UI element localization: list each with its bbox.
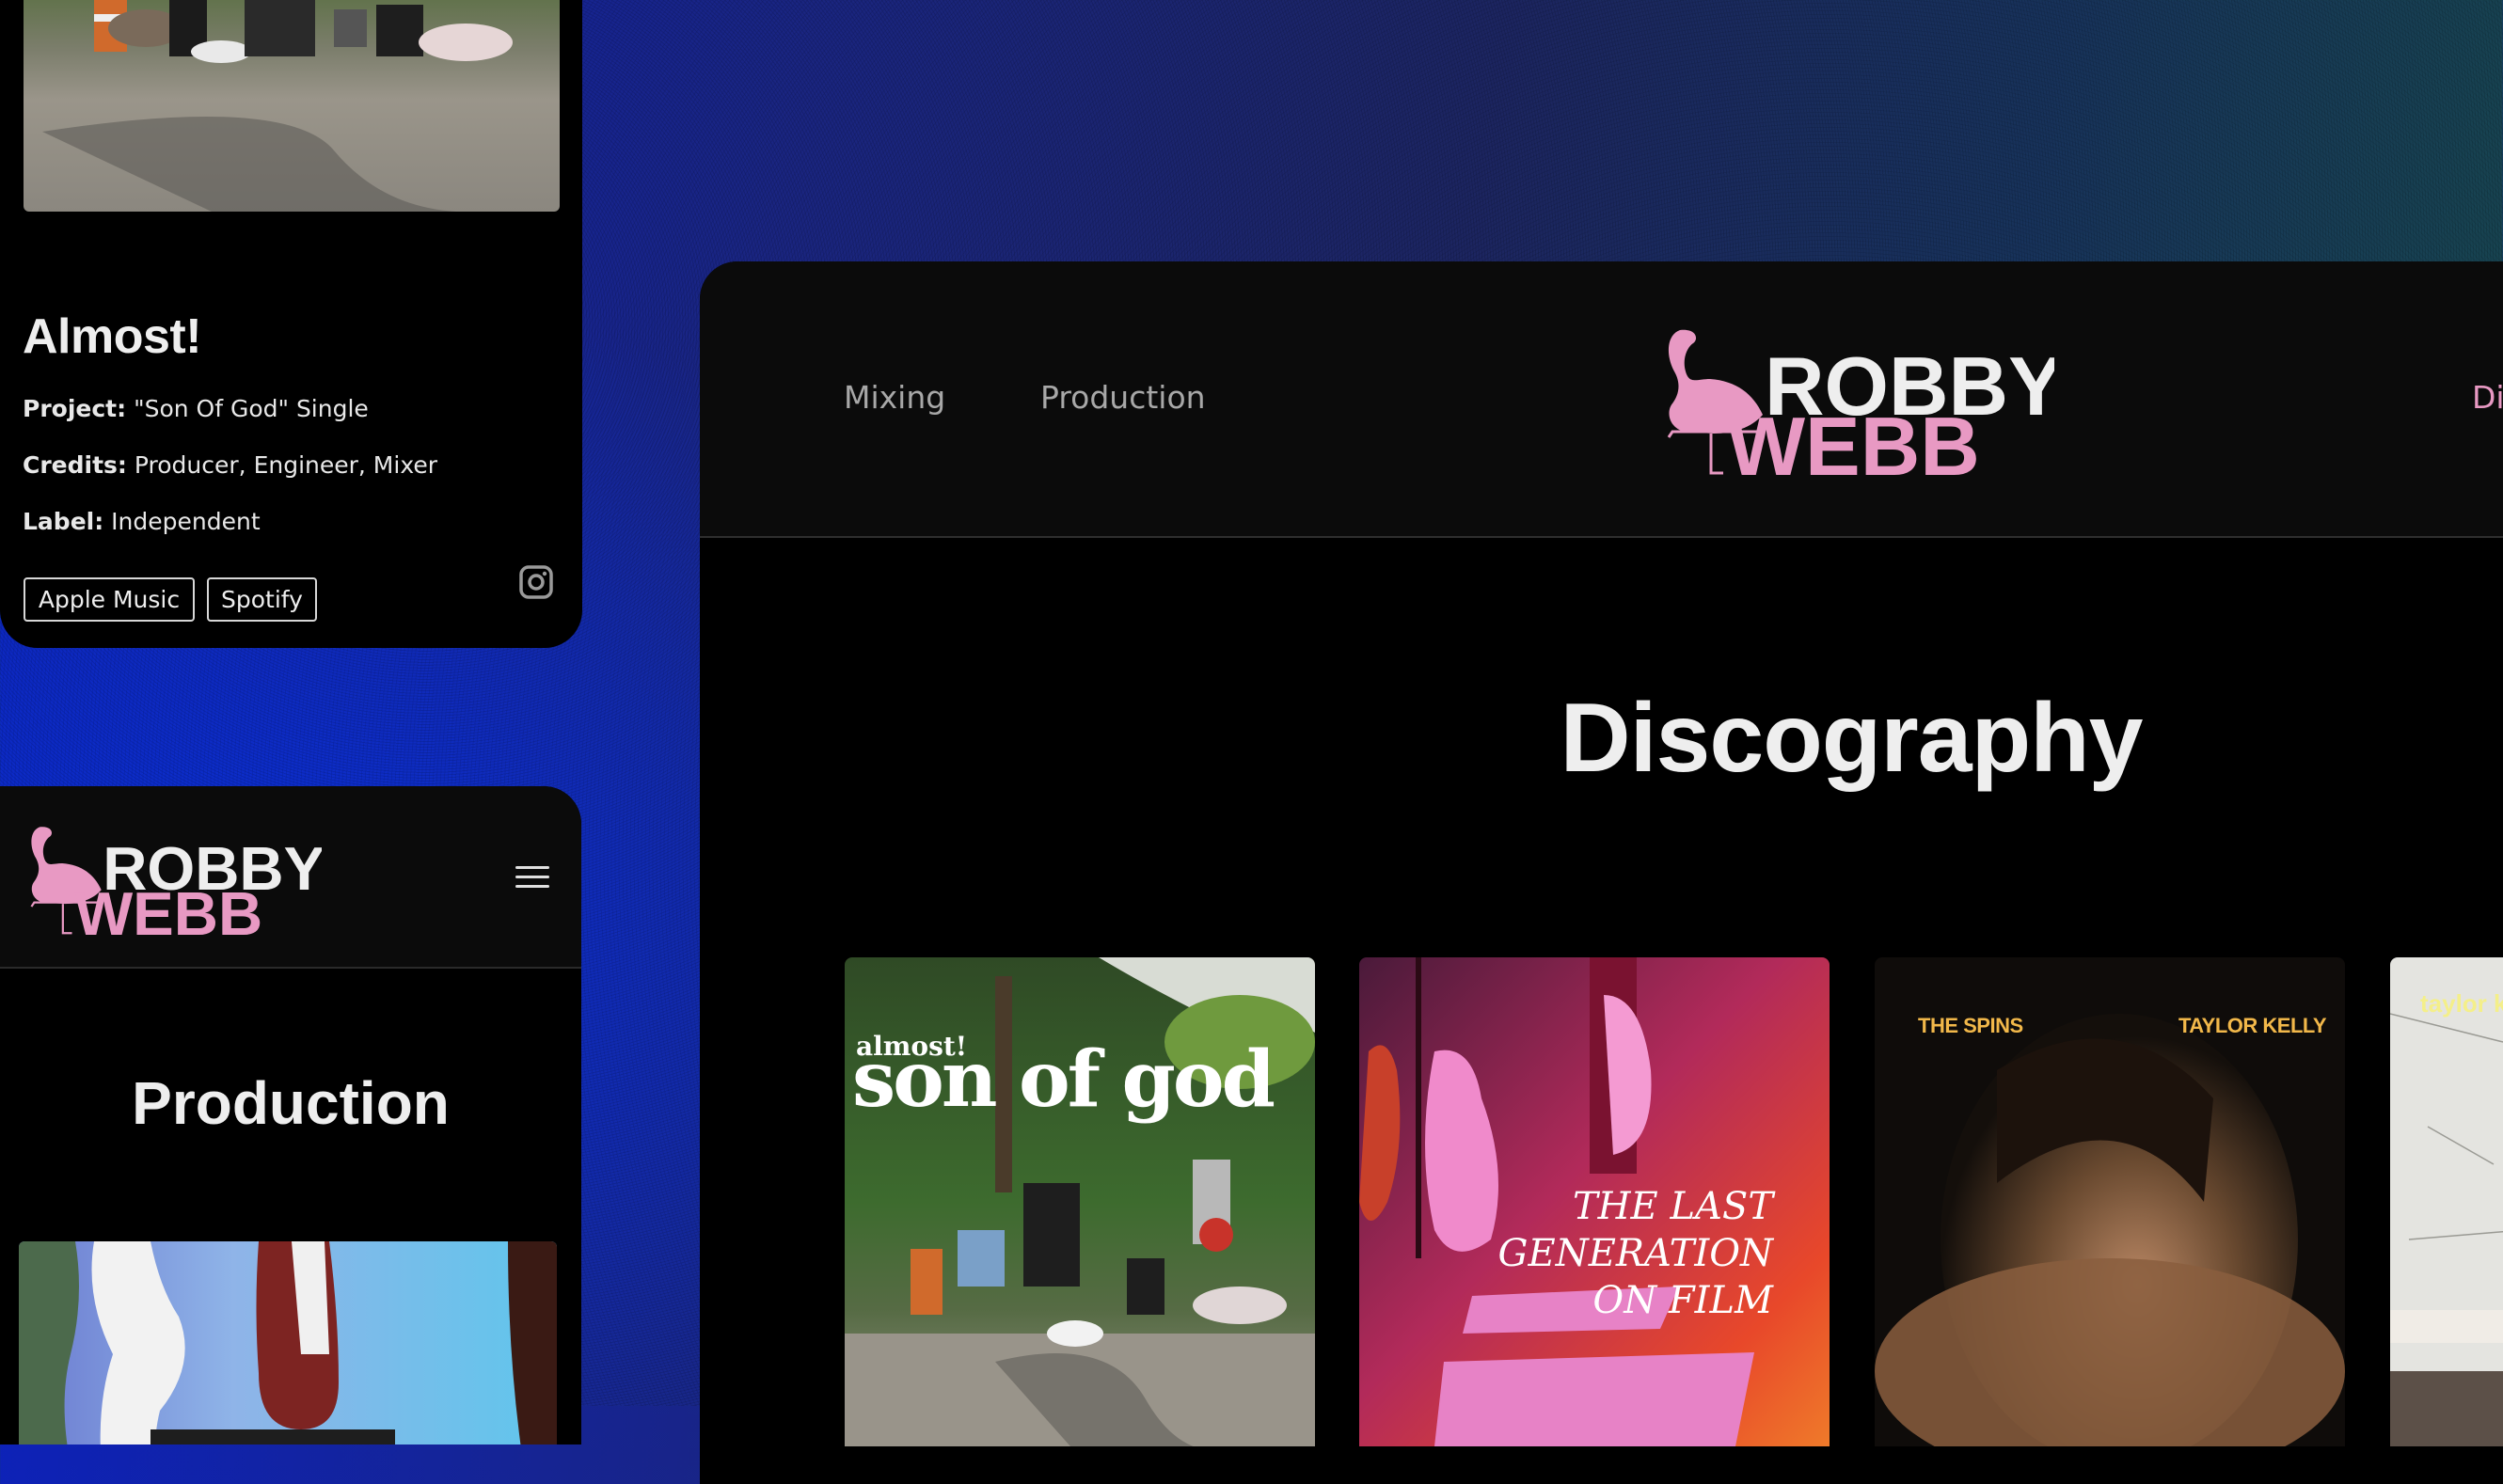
row-value: Producer, Engineer, Mixer bbox=[134, 451, 437, 479]
album-artist: TAYLOR KELLY bbox=[2178, 1014, 2327, 1037]
production-photo bbox=[19, 1241, 557, 1445]
mobile-project-card: Almost! Project: "Son Of God" Single Cre… bbox=[0, 0, 582, 648]
row-label: Credits: bbox=[23, 451, 127, 479]
desktop-site-window: Mixing Production ROBBY WEBB Di Discogra… bbox=[700, 261, 2503, 1484]
nav-discography[interactable]: Di bbox=[2472, 379, 2503, 416]
logo-line2: WEBB bbox=[1727, 400, 1980, 478]
row-label: Project: bbox=[23, 395, 127, 422]
credits-row: Credits: Producer, Engineer, Mixer bbox=[23, 451, 437, 479]
nav-mixing[interactable]: Mixing bbox=[844, 379, 945, 416]
album-cover-last-generation-on-film[interactable]: THE LAST GENERATION ON FILM bbox=[1359, 957, 1830, 1446]
instagram-icon[interactable] bbox=[518, 564, 554, 600]
row-value: "Son Of God" Single bbox=[134, 395, 369, 422]
nav-production[interactable]: Production bbox=[1040, 379, 1206, 416]
label-row: Label: Independent bbox=[23, 508, 261, 535]
album-cover-taylor-kelly[interactable]: taylor k bbox=[2390, 957, 2503, 1446]
mobile-production-card: ROBBY WEBB Production bbox=[0, 786, 581, 1445]
album-cover-the-spins[interactable]: THE SPINS TAYLOR KELLY bbox=[1875, 957, 2345, 1446]
album-artist: taylor k bbox=[2420, 989, 2503, 1018]
project-title: Almost! bbox=[23, 309, 202, 364]
album-title: THE SPINS bbox=[1918, 1014, 2023, 1037]
brand-logo[interactable]: ROBBY WEBB bbox=[21, 814, 325, 948]
spotify-button[interactable]: Spotify bbox=[207, 577, 317, 622]
hamburger-icon[interactable] bbox=[515, 866, 549, 889]
row-value: Independent bbox=[111, 508, 261, 535]
project-photo bbox=[24, 0, 560, 212]
apple-music-button[interactable]: Apple Music bbox=[24, 577, 195, 622]
desktop-header: Mixing Production ROBBY WEBB Di bbox=[700, 261, 2503, 538]
mobile-header: ROBBY WEBB bbox=[0, 786, 581, 969]
page-heading: Production bbox=[132, 1069, 450, 1137]
album-title: son of god bbox=[852, 1034, 1275, 1125]
page-heading: Discography bbox=[1560, 684, 2144, 793]
project-row: Project: "Son Of God" Single bbox=[23, 395, 369, 422]
album-title: THE LAST GENERATION ON FILM bbox=[1497, 1185, 1773, 1322]
brand-logo[interactable]: ROBBY WEBB bbox=[1659, 313, 2064, 493]
logo-line2: WEBB bbox=[74, 879, 262, 937]
album-cover-son-of-god[interactable]: almost! son of god bbox=[845, 957, 1315, 1446]
row-label: Label: bbox=[23, 508, 104, 535]
